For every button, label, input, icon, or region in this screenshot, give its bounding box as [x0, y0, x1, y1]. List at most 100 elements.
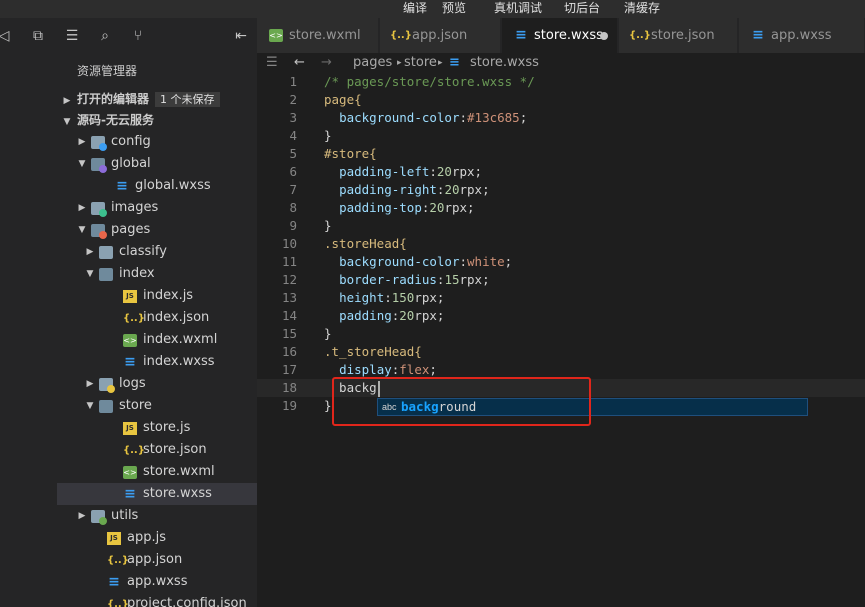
code-line[interactable]: 5 #store{ [257, 145, 865, 163]
tree-item-store-wxss[interactable]: ≡ store.wxss [57, 483, 257, 505]
tab-store-wxml[interactable]: <> store.wxml [257, 18, 379, 53]
code-line[interactable]: 10 .storeHead{ [257, 235, 865, 253]
tab-store-json[interactable]: {..} store.json [619, 18, 738, 53]
tab-label: store.json [651, 28, 715, 43]
code-editor[interactable]: 1 /* pages/store/store.wxss */ 2 page{3 bac… [257, 73, 865, 607]
code-token: : [429, 164, 437, 179]
line-number: 8 [289, 200, 297, 215]
autocomplete-popup[interactable]: abc background [377, 398, 808, 416]
open-editors-section[interactable]: ▶ 打开的编辑器 1 个未保存 [57, 88, 257, 110]
folder-open-icon [99, 268, 113, 281]
code-text: } [324, 217, 332, 235]
code-token: padding-left [339, 164, 430, 179]
code-line[interactable]: 1 /* pages/store/store.wxss */ [257, 73, 865, 91]
source-control-icon[interactable]: ⑂ [128, 18, 148, 55]
tree-item-store-json[interactable]: {..} store.json [57, 439, 257, 461]
tree-item-index-js[interactable]: JS index.js [57, 285, 257, 307]
tree-item-index[interactable]: ▼ index [57, 263, 257, 285]
code-token: white [467, 254, 505, 269]
code-token: } [324, 326, 332, 341]
code-text: background-color:white; [324, 253, 512, 271]
menu-preview[interactable]: 预览 [442, 0, 466, 18]
tree-item-images[interactable]: ▶ images [57, 197, 257, 219]
tree-item-app-json[interactable]: {..} app.json [57, 549, 257, 571]
sound-icon[interactable]: ◁ [0, 18, 14, 55]
back-arrow-icon[interactable]: ← [294, 53, 305, 73]
tree-item-store-js[interactable]: JS store.js [57, 417, 257, 439]
window-icon[interactable]: ⧉ [28, 18, 48, 55]
menu-clear-cache[interactable]: 清缓存 [624, 0, 660, 18]
menu-remote-debug[interactable]: 真机调试 [494, 0, 542, 18]
code-line[interactable]: 8 padding-top:20rpx; [257, 199, 865, 217]
tree-item-config[interactable]: ▶ config [57, 131, 257, 153]
collapse-panel-icon[interactable]: ⇤ [231, 18, 251, 55]
tree-item-utils[interactable]: ▶ utils [57, 505, 257, 527]
code-line[interactable]: 18 backg [257, 379, 865, 397]
breadcrumb-pages[interactable]: pages [353, 53, 392, 73]
line-number: 9 [289, 218, 297, 233]
tab-store-wxss[interactable]: ≡ store.wxss [502, 18, 618, 53]
code-line[interactable]: 6 padding-left:20rpx; [257, 163, 865, 181]
code-text: padding-left:20rpx; [324, 163, 482, 181]
tree-item-index-wxss[interactable]: ≡ index.wxss [57, 351, 257, 373]
code-line[interactable]: 7 padding-right:20rpx; [257, 181, 865, 199]
breadcrumb-store[interactable]: store [404, 53, 437, 73]
code-token: ; [467, 200, 475, 215]
tree-item-index-json[interactable]: {..} index.json [57, 307, 257, 329]
code-token: #store{ [324, 146, 377, 161]
tree-item-app-js[interactable]: JS app.js [57, 527, 257, 549]
code-token: background-color [339, 110, 460, 125]
tree-item-label: store.js [143, 420, 191, 435]
code-line[interactable]: 16 .t_storeHead{ [257, 343, 865, 361]
tree-item-index-wxml[interactable]: <> index.wxml [57, 329, 257, 351]
code-token: 20 [399, 308, 415, 323]
tree-item-project-config-json[interactable]: {..} project.config.json [57, 593, 257, 607]
line-number: 7 [289, 182, 297, 197]
list-icon[interactable]: ☰ [62, 18, 82, 55]
code-line[interactable]: 11 background-color:white; [257, 253, 865, 271]
code-token: rpx [459, 272, 483, 287]
tab-app-json[interactable]: {..} app.json [380, 18, 501, 53]
code-line[interactable]: 15} [257, 325, 865, 343]
code-token: ; [519, 110, 528, 125]
forward-arrow-icon[interactable]: → [321, 53, 332, 73]
code-line[interactable]: 12 border-radius:15rpx; [257, 271, 865, 289]
open-editors-label: 打开的编辑器 [77, 92, 150, 106]
tree-item-pages[interactable]: ▼ pages [57, 219, 257, 241]
code-line[interactable]: 14 padding:20rpx; [257, 307, 865, 325]
tree-item-logs[interactable]: ▶ logs [57, 373, 257, 395]
code-line[interactable]: 9} [257, 217, 865, 235]
tree-item-global[interactable]: ▼ global [57, 153, 257, 175]
tree-item-global-wxss[interactable]: ≡ global.wxss [57, 175, 257, 197]
chevron-right-icon: ▶ [78, 511, 86, 521]
code-text: } [324, 127, 332, 145]
tab-label: app.json [412, 28, 468, 43]
tree-item-store-wxml[interactable]: <> store.wxml [57, 461, 257, 483]
menu-compile[interactable]: 编译 [403, 0, 427, 18]
menu-background[interactable]: 切后台 [564, 0, 600, 18]
tree-item-app-wxss[interactable]: ≡ app.wxss [57, 571, 257, 593]
tab-label: store.wxss [534, 28, 603, 43]
code-text: display:flex; [324, 361, 437, 379]
code-line[interactable]: 2 page{ [257, 91, 865, 109]
tree-item-store[interactable]: ▼ store [57, 395, 257, 417]
tab-app-wxss[interactable]: ≡ app.wxss [739, 18, 865, 53]
tab-label: store.wxml [289, 28, 361, 43]
code-line[interactable]: 3 background-color:#13c685; [257, 109, 865, 127]
search-icon[interactable]: ⌕ [95, 18, 115, 55]
line-number: 13 [281, 290, 297, 305]
project-section[interactable]: ▼ 源码-无云服务 [57, 109, 257, 131]
tree-item-classify[interactable]: ▶ classify [57, 241, 257, 263]
breadcrumb-file[interactable]: store.wxss [470, 53, 539, 73]
code-token: rpx [444, 200, 468, 215]
code-line[interactable]: 4} [257, 127, 865, 145]
code-line[interactable]: 13 height:150rpx; [257, 289, 865, 307]
unsaved-dot-icon[interactable] [600, 32, 608, 40]
line-number: 6 [289, 164, 297, 179]
code-line[interactable]: 17 display:flex; [257, 361, 865, 379]
list-icon[interactable]: ☰ [266, 53, 278, 73]
code-token: flex [399, 362, 430, 377]
suggestion-item[interactable]: background [401, 399, 476, 415]
